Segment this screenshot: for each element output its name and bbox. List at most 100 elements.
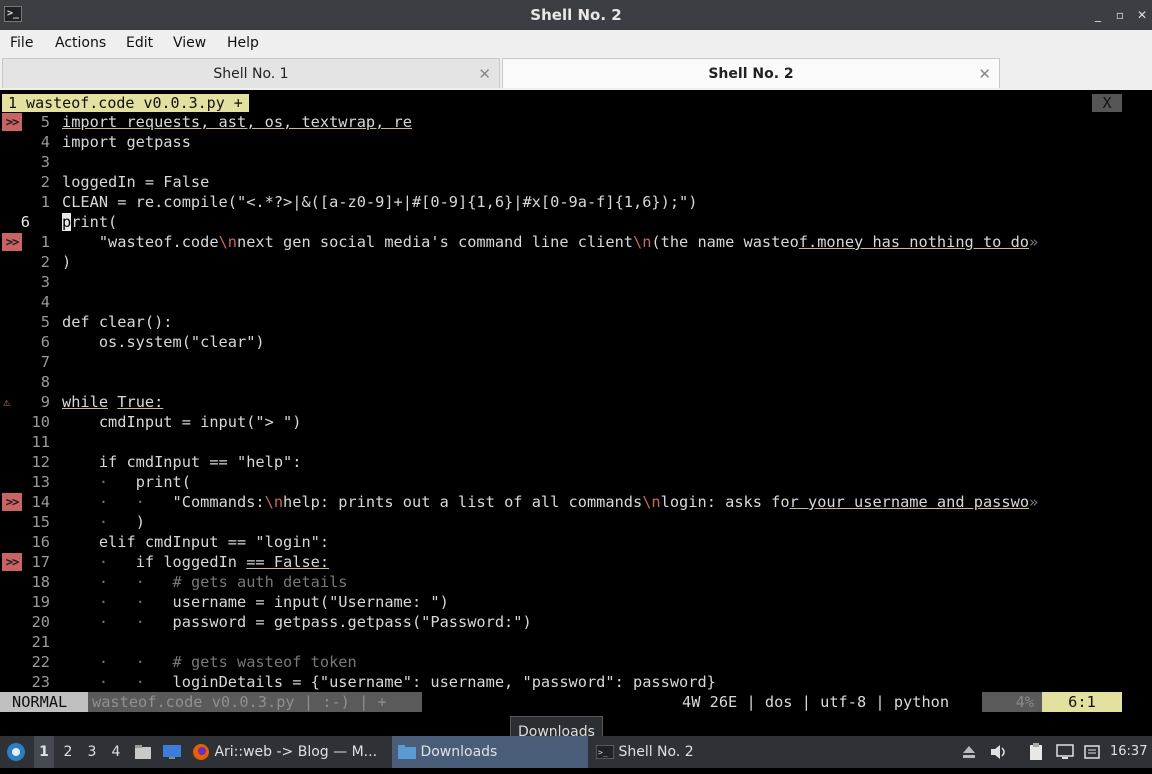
- line-number: 3: [40, 153, 50, 171]
- volume-icon[interactable]: [990, 736, 1010, 768]
- code-line[interactable]: while True:: [62, 392, 163, 412]
- line-number: 18: [31, 573, 50, 591]
- window-title: Shell No. 2: [530, 6, 622, 24]
- error-sign-icon: >>: [2, 553, 22, 571]
- terminal-area[interactable]: 1 wasteof.code v0.0.3.py + X >> 5 import r…: [0, 90, 1152, 736]
- code-line[interactable]: · · # gets auth details: [62, 572, 348, 592]
- svg-text:>_: >_: [598, 748, 608, 757]
- buffer-tab[interactable]: 1 wasteof.code v0.0.3.py +: [2, 94, 249, 112]
- code-line[interactable]: if cmdInput == "help":: [62, 452, 302, 472]
- line-number: 8: [40, 373, 50, 391]
- code-line[interactable]: CLEAN = re.compile("<.*?>|&([a-z0-9]+|#[…: [62, 192, 697, 212]
- code-line[interactable]: · · password = getpass.getpass("Password…: [62, 612, 532, 632]
- line-number: 1: [40, 193, 50, 211]
- vim-statusline: NORMAL wasteof.code v0.0.3.py | :-) | + …: [0, 692, 1152, 712]
- workspace-4[interactable]: 4: [108, 736, 124, 768]
- tab-label: Shell No. 1: [213, 66, 289, 82]
- line-number: 17: [31, 553, 50, 571]
- menu-edit[interactable]: Edit: [126, 30, 153, 56]
- buffer-close-button[interactable]: X: [1092, 94, 1122, 112]
- line-number: 23: [31, 673, 50, 691]
- menu-actions[interactable]: Actions: [55, 30, 106, 56]
- code-line[interactable]: · · # gets wasteof token: [62, 652, 357, 672]
- code-line[interactable]: · · username = input("Username: "): [62, 592, 449, 612]
- line-number: 13: [31, 473, 50, 491]
- tab-shell-2[interactable]: Shell No. 2 ✕: [502, 58, 1000, 88]
- line-number: 11: [31, 433, 50, 451]
- menu-bar: File Actions Edit View Help: [0, 30, 1152, 56]
- statusline-position: 6:1: [1042, 692, 1122, 712]
- close-icon[interactable]: ✕: [1134, 7, 1150, 23]
- taskbar: 1 2 3 4 Ari::web -> Blog — M... Download…: [0, 736, 1152, 768]
- line-number: 10: [31, 413, 50, 431]
- line-number: 21: [31, 633, 50, 651]
- task-label: Downloads: [420, 744, 498, 760]
- code-line[interactable]: · · "Commands:\nhelp: prints out a list …: [62, 492, 1038, 512]
- code-line[interactable]: loggedIn = False: [62, 172, 209, 192]
- tab-bar: Shell No. 1 ✕ Shell No. 2 ✕: [0, 56, 1152, 90]
- line-number: 2: [40, 173, 50, 191]
- error-sign-icon: >>: [2, 113, 22, 131]
- code-line[interactable]: · · loginDetails = {"username": username…: [62, 672, 716, 692]
- code-line[interactable]: · ): [62, 512, 145, 532]
- code-line[interactable]: ): [62, 252, 71, 272]
- line-number: 6: [20, 213, 30, 231]
- line-number: 20: [31, 613, 50, 631]
- code-line[interactable]: · print(: [62, 472, 191, 492]
- mode-indicator: NORMAL: [0, 692, 88, 712]
- clock[interactable]: 16:37: [1110, 736, 1148, 768]
- line-number: 3: [40, 273, 50, 291]
- code-line[interactable]: import getpass: [62, 132, 191, 152]
- menu-view[interactable]: View: [173, 30, 206, 56]
- line-number: 9: [40, 393, 50, 411]
- close-tab-icon[interactable]: ✕: [978, 59, 991, 89]
- code-line[interactable]: os.system("clear"): [62, 332, 265, 352]
- line-number: 12: [31, 453, 50, 471]
- code-line[interactable]: elif cmdInput == "login":: [62, 532, 329, 552]
- line-number: 14: [31, 493, 50, 511]
- code-line[interactable]: import requests, ast, os, textwrap, re: [62, 112, 412, 132]
- minimize-icon[interactable]: _: [1090, 7, 1106, 23]
- desktop-icon[interactable]: [162, 736, 184, 768]
- menu-file[interactable]: File: [10, 30, 33, 56]
- task-downloads[interactable]: Downloads: [392, 736, 588, 768]
- task-label: Shell No. 2: [618, 744, 694, 760]
- file-manager-icon[interactable]: [134, 736, 154, 768]
- tab-shell-1[interactable]: Shell No. 1 ✕: [2, 58, 500, 88]
- statusline-info: 4W 26E | dos | utf-8 | python: [676, 692, 982, 712]
- line-number: 2: [40, 253, 50, 271]
- firefox-icon: [193, 744, 209, 760]
- task-shell[interactable]: >_ Shell No. 2: [595, 736, 792, 768]
- workspace-1[interactable]: 1: [34, 736, 54, 768]
- menu-help[interactable]: Help: [227, 30, 259, 56]
- workspace-2[interactable]: 2: [60, 736, 76, 768]
- eject-icon[interactable]: [962, 736, 980, 768]
- task-browser[interactable]: Ari::web -> Blog — M...: [192, 736, 384, 768]
- window-titlebar: >_ Shell No. 2 _ ▫ ✕: [0, 0, 1152, 30]
- code-line[interactable]: cmdInput = input("> "): [62, 412, 302, 432]
- line-number: 5: [40, 313, 50, 331]
- line-number: 6: [40, 333, 50, 351]
- line-number: 4: [40, 133, 50, 151]
- code-line[interactable]: def clear():: [62, 312, 173, 332]
- code-line[interactable]: "wasteof.code\nnext gen social media's c…: [62, 232, 1038, 252]
- close-tab-icon[interactable]: ✕: [478, 59, 491, 89]
- statusline-file: wasteof.code v0.0.3.py | :-) | +: [88, 692, 422, 712]
- code-line[interactable]: print(: [62, 212, 117, 232]
- warning-sign-icon: ⚠: [3, 395, 11, 409]
- task-label: Ari::web -> Blog — M...: [214, 744, 378, 760]
- error-sign-icon: >>: [2, 233, 22, 251]
- code-line[interactable]: · if loggedIn == False:: [62, 552, 329, 572]
- line-number: 5: [40, 113, 50, 131]
- buffer-bar: 1 wasteof.code v0.0.3.py + X: [0, 94, 1152, 112]
- clipboard-icon[interactable]: [1028, 736, 1048, 768]
- statusline-percent: 4%: [982, 692, 1042, 712]
- start-menu-icon[interactable]: [6, 736, 28, 768]
- line-number: 19: [31, 593, 50, 611]
- line-number: 7: [40, 353, 50, 371]
- network-icon[interactable]: [1056, 736, 1076, 768]
- maximize-icon[interactable]: ▫: [1112, 7, 1128, 23]
- notifications-icon[interactable]: [1084, 736, 1104, 768]
- tab-label: Shell No. 2: [708, 66, 794, 82]
- workspace-3[interactable]: 3: [84, 736, 100, 768]
